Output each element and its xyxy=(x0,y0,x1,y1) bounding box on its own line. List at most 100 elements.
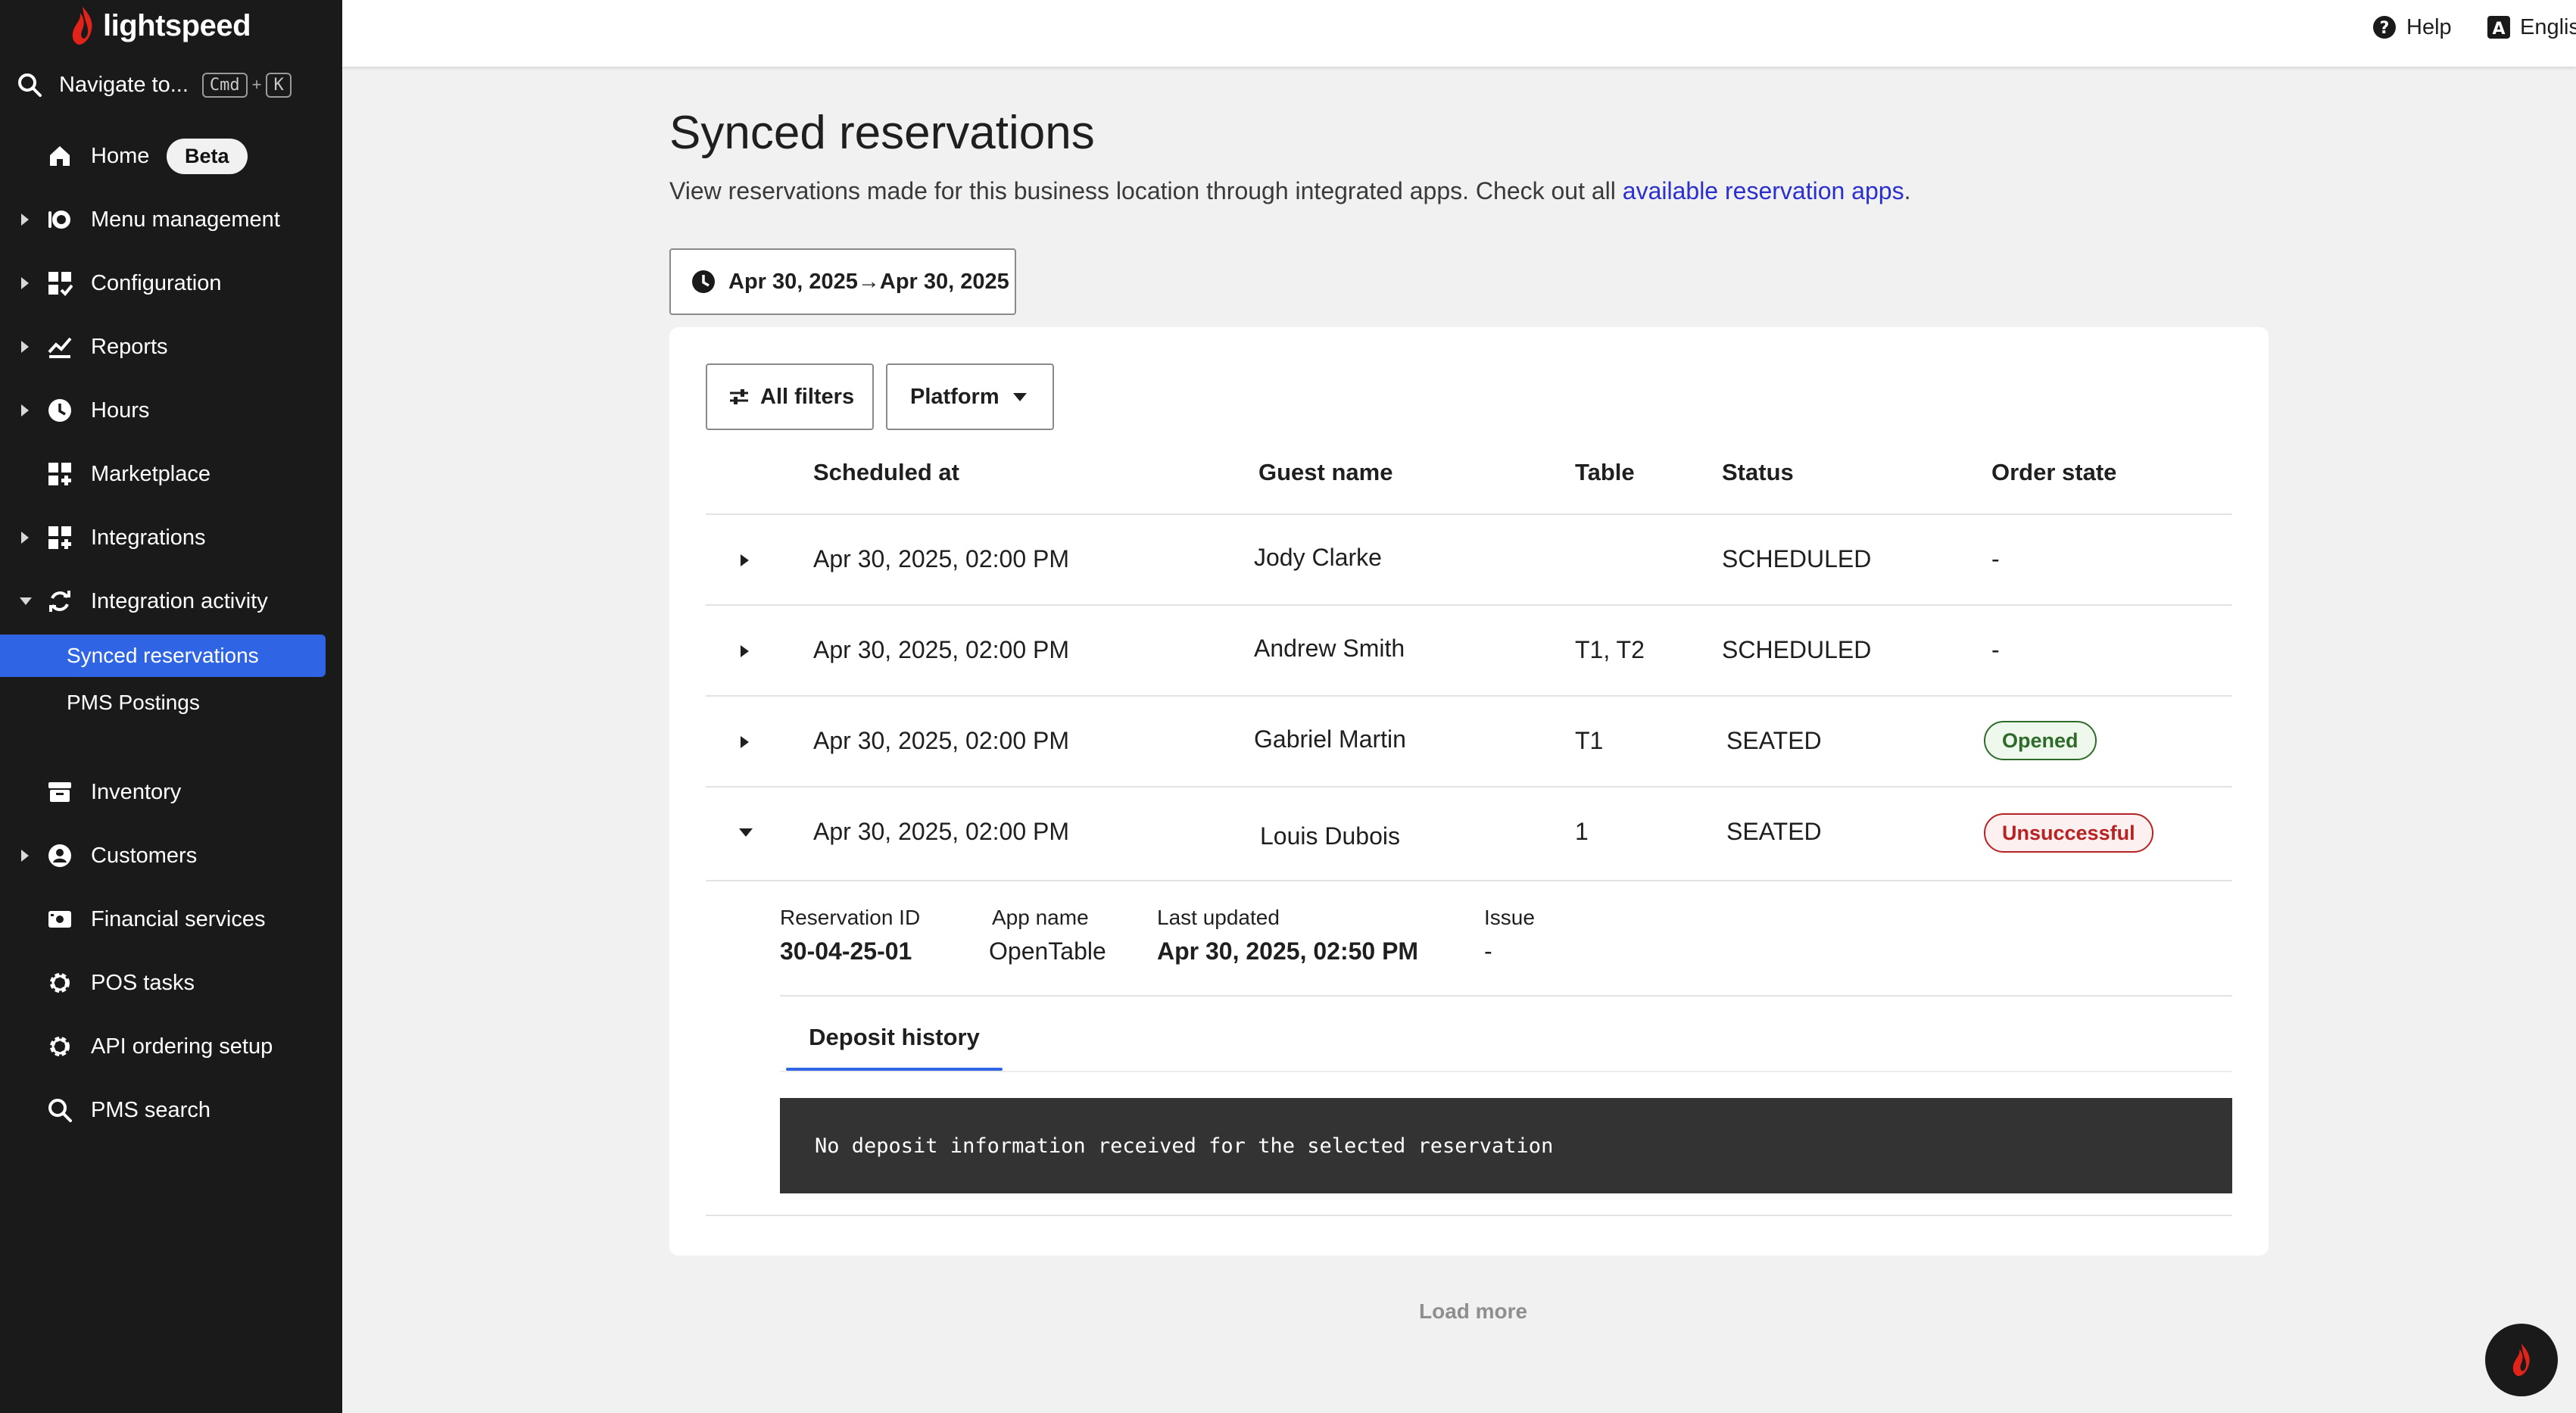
sidebar-subitem-synced-reservations[interactable]: Synced reservations xyxy=(0,635,326,677)
sidebar-item-pos-tasks[interactable]: POS tasks xyxy=(0,960,342,1006)
sidebar-item-menu-management[interactable]: Menu management xyxy=(0,197,342,242)
language-selector[interactable]: A English xyxy=(2487,12,2576,42)
lightspeed-flame-icon xyxy=(2512,1343,2530,1377)
reservations-card: All filters Platform Scheduled at Guest … xyxy=(669,327,2269,1255)
sidebar-item-label: Integration activity xyxy=(91,588,268,613)
page-description-text: View reservations made for this business… xyxy=(669,177,1623,204)
help-label: Help xyxy=(2406,14,2452,39)
sidebar-item-inventory[interactable]: Inventory xyxy=(0,769,342,815)
expand-row-icon[interactable] xyxy=(741,736,749,748)
sidebar: lightspeed Navigate to... Cmd + K Home B… xyxy=(0,0,342,1413)
all-filters-button[interactable]: All filters xyxy=(706,363,874,430)
svg-text:A: A xyxy=(2492,20,2505,39)
app-name-label: App name xyxy=(992,906,1089,929)
collapse-row-icon[interactable] xyxy=(739,828,753,837)
last-updated-value: Apr 30, 2025, 02:50 PM xyxy=(1157,937,1419,965)
sidebar-item-customers[interactable]: Customers xyxy=(0,833,342,878)
translate-icon: A xyxy=(2487,16,2510,39)
status-cell: SEATED xyxy=(1726,818,1822,845)
date-range-label: Apr 30, 2025→Apr 30, 2025 xyxy=(728,269,1009,294)
sidebar-item-financial-services[interactable]: Financial services xyxy=(0,897,342,942)
column-header-scheduled-at[interactable]: Scheduled at xyxy=(813,459,959,486)
shortcut-key-cmd: Cmd xyxy=(201,72,248,98)
sidebar-item-label: POS tasks xyxy=(91,970,195,995)
guest-name-cell: Gabriel Martin xyxy=(1254,725,1406,753)
lightspeed-logo[interactable]: lightspeed xyxy=(70,3,251,48)
last-updated-label: Last updated xyxy=(1157,906,1280,929)
column-header-guest-name[interactable]: Guest name xyxy=(1258,459,1392,486)
status-cell: SCHEDULED xyxy=(1722,545,1872,572)
platform-label: Platform xyxy=(910,384,1000,409)
date-range-picker[interactable]: Apr 30, 2025→Apr 30, 2025 xyxy=(669,248,1016,315)
beta-badge: Beta xyxy=(167,138,248,174)
chevron-down-icon xyxy=(1012,392,1027,401)
guest-name-cell: Andrew Smith xyxy=(1254,635,1405,662)
sidebar-item-integrations[interactable]: Integrations xyxy=(0,515,342,560)
detail-divider xyxy=(780,995,2232,997)
chevron-right-icon xyxy=(21,532,29,544)
navigate-to-search[interactable]: Navigate to... Cmd + K xyxy=(17,67,292,103)
sidebar-item-marketplace[interactable]: Marketplace xyxy=(0,451,342,497)
table-divider xyxy=(706,880,2232,881)
all-filters-label: All filters xyxy=(760,384,855,409)
issue-value: - xyxy=(1484,937,1492,965)
sidebar-item-hours[interactable]: Hours xyxy=(0,388,342,433)
sidebar-item-label: Reports xyxy=(91,334,168,359)
load-more-button[interactable]: Load more xyxy=(1419,1299,1527,1324)
table-divider xyxy=(706,513,2232,515)
sidebar-item-label: Integrations xyxy=(91,525,206,550)
chevron-right-icon xyxy=(21,404,29,416)
expand-row-icon[interactable] xyxy=(741,645,749,657)
reservation-id-label: Reservation ID xyxy=(780,906,921,929)
sidebar-item-configuration[interactable]: Configuration xyxy=(0,260,342,306)
sidebar-item-reports[interactable]: Reports xyxy=(0,324,342,370)
clock-icon xyxy=(47,398,73,423)
sidebar-item-label: Home xyxy=(91,143,150,168)
configuration-icon xyxy=(47,270,73,296)
sidebar-item-label: Hours xyxy=(91,398,150,423)
sidebar-item-home[interactable]: Home Beta xyxy=(0,133,342,179)
lightspeed-assistant-button[interactable] xyxy=(2485,1324,2558,1396)
lightspeed-flame-icon xyxy=(72,7,92,45)
sidebar-item-api-ordering-setup[interactable]: API ordering setup xyxy=(0,1024,342,1069)
sidebar-item-label: API ordering setup xyxy=(91,1034,273,1059)
column-header-order-state[interactable]: Order state xyxy=(1991,459,2116,486)
chevron-right-icon xyxy=(21,341,29,353)
navigate-to-label: Navigate to... xyxy=(59,72,189,97)
sidebar-subitem-pms-postings[interactable]: PMS Postings xyxy=(0,682,326,724)
sidebar-item-label: Customers xyxy=(91,843,198,868)
reports-icon xyxy=(47,334,73,360)
column-header-table[interactable]: Table xyxy=(1575,459,1635,486)
status-cell: SCHEDULED xyxy=(1722,636,1872,663)
table-divider xyxy=(706,604,2232,606)
column-header-status[interactable]: Status xyxy=(1722,459,1794,486)
expand-row-icon[interactable] xyxy=(741,554,749,566)
platform-dropdown[interactable]: Platform xyxy=(886,363,1054,430)
chevron-right-icon xyxy=(21,850,29,862)
guest-name-cell: Louis Dubois xyxy=(1260,822,1400,850)
order-state-cell: - xyxy=(1991,545,2000,572)
sidebar-item-label: Menu management xyxy=(91,207,280,232)
table-divider xyxy=(706,1215,2232,1216)
integrations-icon xyxy=(47,525,73,551)
scheduled-at-cell: Apr 30, 2025, 02:00 PM xyxy=(813,818,1069,845)
page-description-end: . xyxy=(1904,177,1911,204)
gear-icon xyxy=(47,970,73,996)
tab-deposit-history[interactable]: Deposit history xyxy=(786,1004,1003,1071)
sidebar-item-label: Configuration xyxy=(91,270,222,295)
sync-icon xyxy=(47,588,73,614)
sidebar-item-integration-activity[interactable]: Integration activity xyxy=(0,579,342,624)
sidebar-item-label: Inventory xyxy=(91,779,182,804)
customers-icon xyxy=(47,843,73,869)
help-button[interactable]: ? Help xyxy=(2372,12,2452,42)
shortcut-key-k: K xyxy=(266,72,292,98)
sidebar-item-pms-search[interactable]: PMS search xyxy=(0,1087,342,1133)
table-cell: T1, T2 xyxy=(1575,636,1645,663)
scheduled-at-cell: Apr 30, 2025, 02:00 PM xyxy=(813,545,1069,572)
order-state-badge-opened: Opened xyxy=(1984,721,2097,760)
order-state-badge-unsuccessful: Unsuccessful xyxy=(1984,813,2153,853)
page-description: View reservations made for this business… xyxy=(669,177,1910,205)
menu-management-icon xyxy=(47,207,73,232)
available-reservation-apps-link[interactable]: available reservation apps xyxy=(1623,177,1904,204)
table-divider xyxy=(706,786,2232,788)
